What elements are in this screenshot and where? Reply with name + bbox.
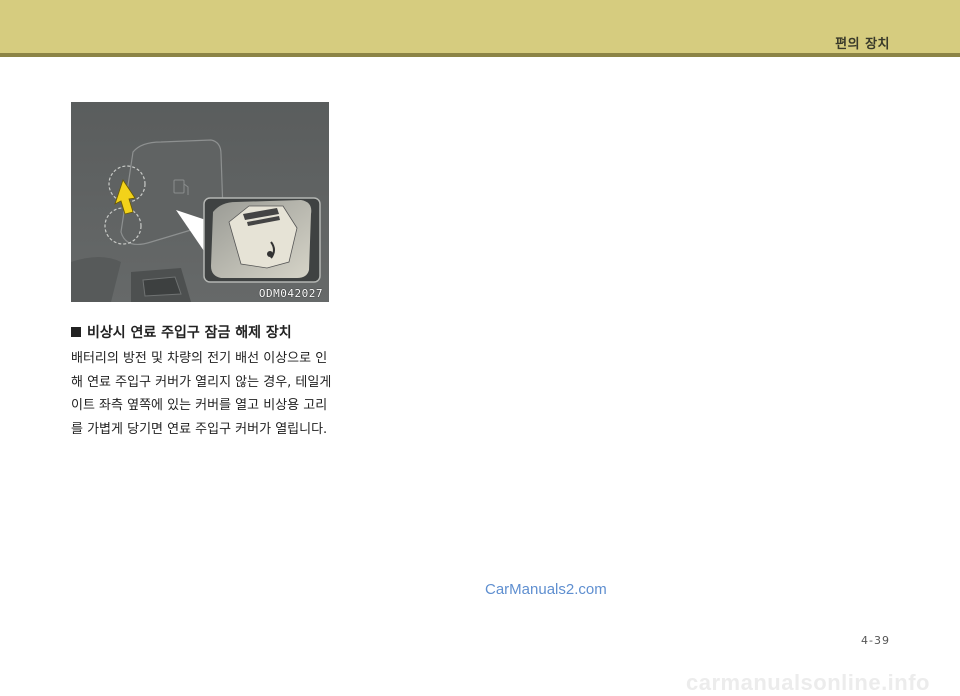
body-line: 해 연료 주입구 커버가 열리지 않는 경우, 테일게 [71,374,332,390]
body-line: 를 가볍게 당기면 연료 주입구 커버가 열립니다. [71,421,328,437]
header-rule [0,53,960,57]
heading-text: 비상시 연료 주입구 잠금 해제 장치 [87,325,292,341]
square-bullet-icon [71,327,81,337]
section-title: 편의 장치 [835,37,890,52]
page-number: 4-39 [861,634,890,647]
body-line: 이트 좌측 옆쪽에 있는 커버를 열고 비상용 고리 [71,398,328,413]
site-watermark: CarManuals2.com [485,581,607,598]
body-paragraph: 배터리의 방전 및 차량의 전기 배선 이상으로 인 해 연료 주입구 커버가 … [71,347,346,441]
body-line: 배터리의 방전 및 차량의 전기 배선 이상으로 인 [71,351,328,366]
footer-watermark: carmanualsonline.info [686,670,930,695]
illustration-fuel-door-release: ODM042027 [71,102,329,302]
illustration-drawing [71,102,329,302]
figure-code: ODM042027 [258,287,323,300]
subsection-heading: 비상시 연료 주입구 잠금 해제 장치 [71,322,292,342]
header-band [0,0,960,53]
